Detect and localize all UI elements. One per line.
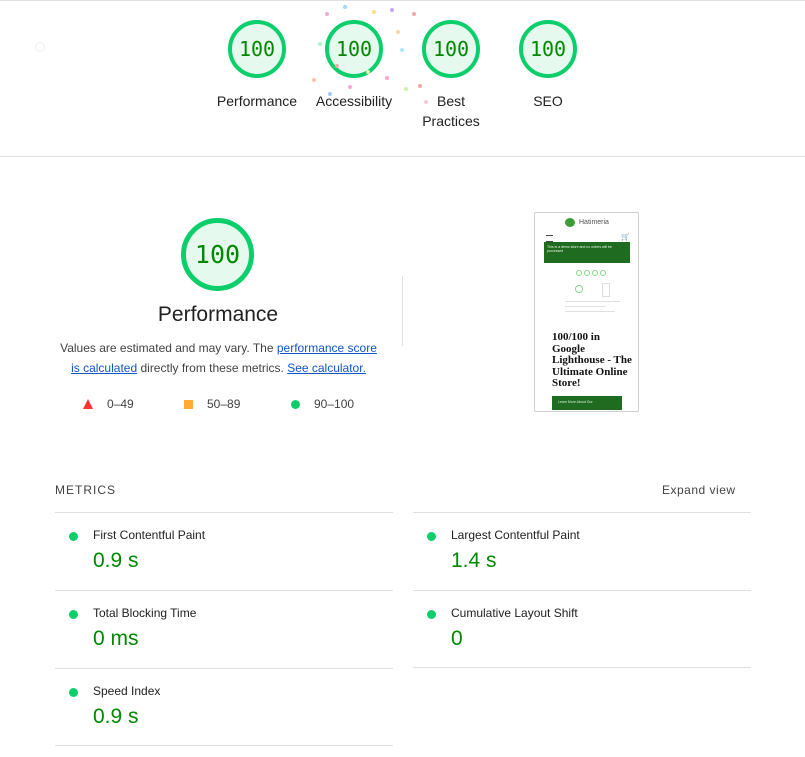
description-text: Values are estimated and may vary. The [60, 341, 277, 355]
metric-value: 0 [451, 627, 463, 650]
gauge-label: Accessibility [315, 93, 393, 109]
gauge-label: SEO [533, 93, 563, 109]
score-value: 100 [529, 37, 567, 61]
placeholder-line [565, 306, 605, 307]
legend-label: 0–49 [107, 397, 134, 411]
screenshot-headline: 100/100 in Google Lighthouse - The Ultim… [552, 331, 632, 389]
metric-value: 0.9 s [93, 705, 139, 728]
metric-divider [55, 745, 393, 746]
legend-label: 50–89 [207, 397, 241, 411]
metric-label: Cumulative Layout Shift [451, 606, 578, 620]
circle-icon [291, 399, 300, 409]
score-gauge: 100 [519, 20, 577, 78]
search-icon [35, 42, 45, 52]
screenshot-brand: Hatimeria [579, 219, 609, 226]
screenshot-banner: This is a demo store and no orders will … [544, 242, 630, 263]
mini-gauge-icon [584, 270, 590, 276]
metric-label: Speed Index [93, 684, 161, 698]
pass-circle-icon [69, 610, 78, 619]
metric-label: Total Blocking Time [93, 606, 197, 620]
gauge-performance[interactable]: 100 Performance [207, 20, 307, 111]
mini-gauge-icon [575, 285, 583, 293]
pass-circle-icon [69, 532, 78, 541]
metric-value: 0 ms [93, 627, 139, 650]
score-gauge: 100 [228, 20, 286, 78]
score-value: 100 [335, 37, 373, 61]
performance-description: Values are estimated and may vary. The p… [55, 338, 382, 378]
cart-icon: 🛒 [621, 234, 630, 241]
see-calculator-link[interactable]: See calculator. [287, 361, 366, 375]
metrics-header: METRICS [55, 483, 116, 497]
logo-icon [565, 218, 575, 227]
legend-label: 90–100 [314, 397, 355, 411]
triangle-icon [83, 399, 93, 409]
legend-pass: 90–100 [291, 397, 354, 411]
gauge-seo[interactable]: 100 SEO [498, 20, 598, 111]
score-value: 100 [238, 37, 276, 61]
legend-average: 50–89 [184, 397, 240, 411]
gauge-label: Performance [216, 93, 298, 109]
placeholder-line [565, 301, 620, 302]
screenshot-button: Learn More About Our [552, 396, 622, 410]
metric-label: First Contentful Paint [93, 528, 206, 542]
metric-label: Largest Contentful Paint [451, 528, 580, 542]
mini-gauge-icon [576, 270, 582, 276]
menu-icon [546, 235, 553, 242]
performance-score-gauge: 100 [181, 218, 254, 291]
description-text: directly from these metrics. [137, 361, 288, 375]
score-gauge: 100 [422, 20, 480, 78]
performance-score-value: 100 [194, 240, 241, 269]
pass-circle-icon [427, 532, 436, 541]
metric-divider [413, 667, 751, 668]
score-gauge: 100 [325, 20, 383, 78]
metric-value: 0.9 s [93, 549, 139, 572]
mini-gauge-icon [600, 270, 606, 276]
score-value: 100 [432, 37, 470, 61]
metric-cumulative-layout-shift: Cumulative Layout Shift 0 [413, 590, 751, 668]
metric-value: 1.4 s [451, 549, 497, 572]
expand-view-toggle[interactable]: Expand view [662, 483, 736, 497]
legend-fail: 0–49 [83, 397, 134, 411]
gauge-best-practices[interactable]: 100 Best Practices [401, 20, 501, 131]
metric-speed-index: Speed Index 0.9 s [55, 668, 393, 746]
vertical-divider [402, 276, 403, 346]
mini-thumbnail [602, 283, 610, 297]
performance-title: Performance [157, 303, 279, 326]
square-icon [184, 399, 193, 409]
placeholder-line [565, 311, 615, 312]
metric-total-blocking-time: Total Blocking Time 0 ms [55, 590, 393, 668]
pass-circle-icon [69, 688, 78, 697]
scores-summary: 100 Performance 100 Accessibility 100 Be… [0, 0, 805, 157]
metric-first-contentful-paint: First Contentful Paint 0.9 s [55, 512, 393, 590]
pass-circle-icon [427, 610, 436, 619]
gauge-accessibility[interactable]: 100 Accessibility [304, 20, 404, 111]
mini-gauge-icon [592, 270, 598, 276]
screenshot-logo: Hatimeria [565, 218, 609, 227]
final-screenshot[interactable]: Hatimeria 🛒 This is a demo store and no … [534, 212, 639, 412]
gauge-label: Best Practices [422, 93, 480, 129]
metric-largest-contentful-paint: Largest Contentful Paint 1.4 s [413, 512, 751, 590]
